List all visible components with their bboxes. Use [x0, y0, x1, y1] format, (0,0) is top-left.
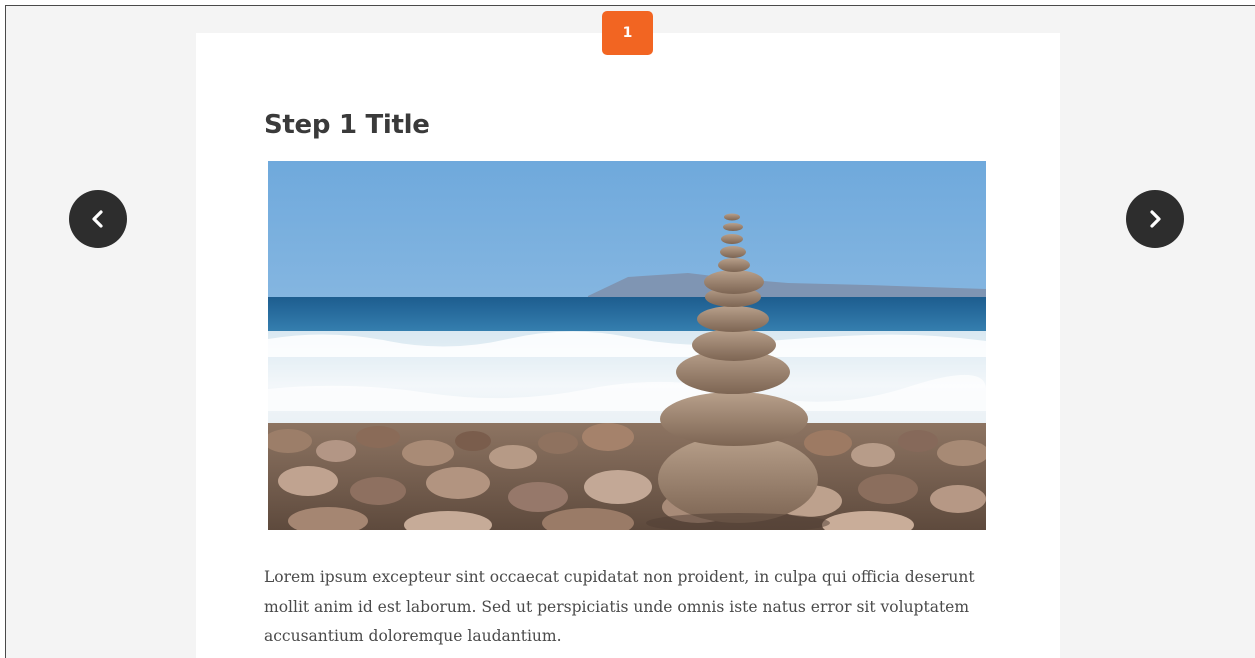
chevron-left-icon	[92, 210, 103, 228]
previous-step-button[interactable]	[69, 190, 127, 248]
chevron-right-icon	[1150, 210, 1161, 228]
step-number-badge: 1	[602, 11, 653, 55]
step-title: Step 1 Title	[264, 110, 430, 140]
slider-frame: 1 Step 1 Title Lorem ipsum excepteur sin…	[5, 5, 1255, 658]
next-step-button[interactable]	[1126, 190, 1184, 248]
step-description: Lorem ipsum excepteur sint occaecat cupi…	[264, 568, 975, 645]
step-image	[268, 161, 986, 530]
step-number: 1	[622, 25, 633, 41]
